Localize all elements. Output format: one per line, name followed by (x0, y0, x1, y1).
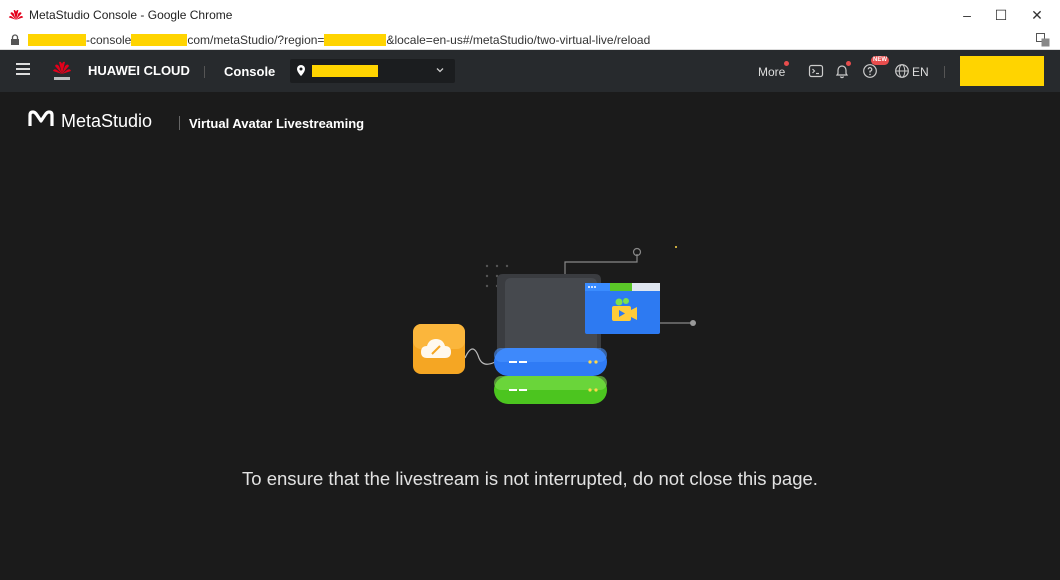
globe-icon[interactable] (894, 63, 910, 79)
url-part-3: &locale=en-us#/metaStudio/two-virtual-li… (386, 32, 651, 47)
url-part-2: com/metaStudio/?region= (187, 32, 325, 47)
notification-dot (846, 61, 851, 66)
close-button[interactable]: ✕ (1020, 0, 1054, 30)
minimize-button[interactable]: – (950, 0, 984, 30)
help-icon[interactable] (862, 63, 878, 79)
metastudio-logo-icon (28, 110, 54, 126)
url-text[interactable]: -console com/metaStudio/?region= &locale… (28, 33, 650, 47)
header-divider (204, 66, 205, 78)
url-part-1: -console (86, 32, 132, 47)
region-selector[interactable] (290, 59, 455, 83)
redacted-region-name (312, 65, 378, 77)
browser-title-bar: MetaStudio Console - Google Chrome (0, 0, 1060, 30)
header-divider (944, 66, 945, 78)
more-menu[interactable]: More (758, 65, 785, 79)
product-name: MetaStudio (61, 111, 153, 131)
maximize-button[interactable]: ☐ (984, 0, 1018, 30)
lock-icon (11, 33, 19, 45)
language-selector[interactable]: EN (912, 65, 929, 79)
redacted-url-segment (324, 33, 387, 46)
page-title: Virtual Avatar Livestreaming (189, 116, 365, 131)
address-bar[interactable]: -console com/metaStudio/?region= &locale… (0, 30, 1060, 50)
menu-icon[interactable] (16, 63, 30, 77)
title-divider (179, 116, 180, 130)
window-title: MetaStudio Console - Google Chrome (29, 8, 233, 22)
chevron-down-icon (436, 68, 444, 73)
brand-name[interactable]: HUAWEI CLOUD (88, 63, 190, 78)
cloud-shell-icon[interactable] (808, 63, 824, 79)
redacted-url-segment (131, 33, 188, 46)
keep-page-open-message: To ensure that the livestream is not int… (242, 468, 818, 489)
redacted-url-segment (28, 33, 86, 46)
new-badge: NEW (871, 56, 889, 65)
location-pin-icon (297, 65, 305, 76)
console-link[interactable]: Console (224, 64, 275, 79)
livestream-illustration (413, 246, 696, 404)
huawei-logo-icon (8, 10, 24, 20)
redacted-username[interactable] (960, 56, 1044, 86)
notification-dot (784, 61, 789, 66)
console-header: HUAWEI CLOUD Console More NEW EN (0, 50, 1060, 92)
translate-icon[interactable] (1036, 33, 1050, 47)
huawei-logo-icon[interactable] (52, 60, 72, 82)
